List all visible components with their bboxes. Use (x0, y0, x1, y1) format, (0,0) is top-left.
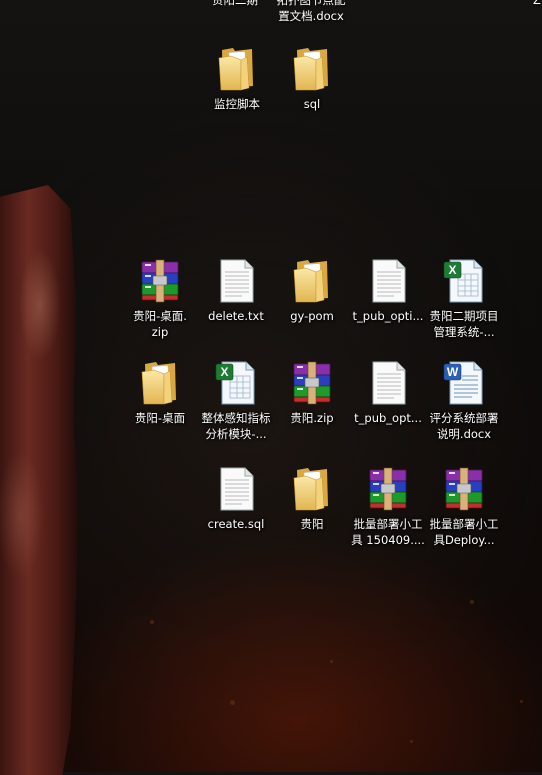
desktop-item-folder[interactable]: 贵阳-桌面 (121, 356, 199, 460)
text-file-icon (212, 464, 260, 512)
wallpaper-ember (520, 700, 523, 703)
desktop-item-archive[interactable]: 贵阳.zip (273, 356, 351, 460)
desktop-item-label: delete.txt (208, 309, 264, 323)
text-file-icon (364, 358, 412, 406)
desktop-item-label: 贵阳 (300, 517, 324, 531)
word-doc-icon (440, 358, 488, 406)
folder-icon (136, 358, 184, 406)
desktop-item-text-file[interactable]: create.sql (197, 462, 275, 566)
desktop-item-excel-file[interactable]: 贵阳二期项目 管理系统-... (425, 254, 503, 358)
desktop-item-label-clipped[interactable]: Z (533, 0, 542, 8)
desktop-item-text-file[interactable]: delete.txt (197, 254, 275, 358)
desktop-item-label: t_pub_opti... (352, 309, 424, 323)
desktop-item-folder[interactable]: sql (273, 42, 351, 146)
text-file-icon (212, 256, 260, 304)
desktop-item-folder[interactable]: 贵阳 (273, 462, 351, 566)
desktop-item-label: gy-pom (290, 309, 334, 323)
wallpaper-rock (0, 185, 79, 775)
winrar-archive-icon (364, 464, 412, 512)
folder-icon (288, 44, 336, 92)
wallpaper-ember (230, 700, 235, 705)
winrar-archive-icon (288, 358, 336, 406)
desktop-item-word-doc[interactable]: 评分系统部署 说明.docx (425, 356, 503, 460)
desktop-item-folder[interactable]: 监控脚本 (198, 42, 276, 146)
desktop-item-label: 监控脚本 (214, 97, 260, 111)
desktop-item-label: 贵阳二期项目 管理系统-... (429, 309, 499, 339)
text-file-icon (364, 256, 412, 304)
desktop-item-label: 整体感知指标 分析模块-... (201, 411, 271, 441)
desktop-item-label: 贵阳.zip (290, 411, 334, 425)
wallpaper-ember (150, 620, 154, 624)
desktop-item-archive[interactable]: 批量部署小工 具Deploy... (425, 462, 503, 566)
desktop-item-text-file[interactable]: t_pub_opt... (349, 356, 427, 460)
winrar-archive-icon (136, 256, 184, 304)
desktop-item-folder[interactable]: gy-pom (273, 254, 351, 358)
wallpaper-ember (330, 660, 333, 663)
folder-icon (213, 44, 261, 92)
wallpaper-ember (410, 740, 413, 743)
wallpaper-ember (470, 600, 474, 604)
desktop-item-label: 贵阳-桌面. zip (133, 309, 187, 339)
winrar-archive-icon (440, 464, 488, 512)
desktop-item-label: 评分系统部署 说明.docx (429, 411, 499, 441)
desktop-item-label: 贵阳-桌面 (134, 411, 186, 425)
folder-icon (288, 464, 336, 512)
desktop-item-label: sql (303, 97, 321, 111)
desktop-item-archive[interactable]: 贵阳-桌面. zip (121, 254, 199, 358)
desktop-item-label: 批量部署小工 具 150409.... (351, 517, 425, 547)
desktop-item-label-clipped[interactable]: 拓扑图节点配 置文档.docx (272, 0, 350, 24)
excel-file-icon (440, 256, 488, 304)
desktop-item-label-clipped[interactable]: 贵阳二期 (196, 0, 274, 8)
desktop-item-label: t_pub_opt... (354, 411, 422, 425)
desktop-item-label: 批量部署小工 具Deploy... (429, 517, 499, 547)
desktop-item-excel-file[interactable]: 整体感知指标 分析模块-... (197, 356, 275, 460)
excel-file-icon (212, 358, 260, 406)
desktop-item-archive[interactable]: 批量部署小工 具 150409.... (349, 462, 427, 566)
folder-icon (288, 256, 336, 304)
desktop-item-text-file[interactable]: t_pub_opti... (349, 254, 427, 358)
desktop-item-label: create.sql (207, 517, 265, 531)
